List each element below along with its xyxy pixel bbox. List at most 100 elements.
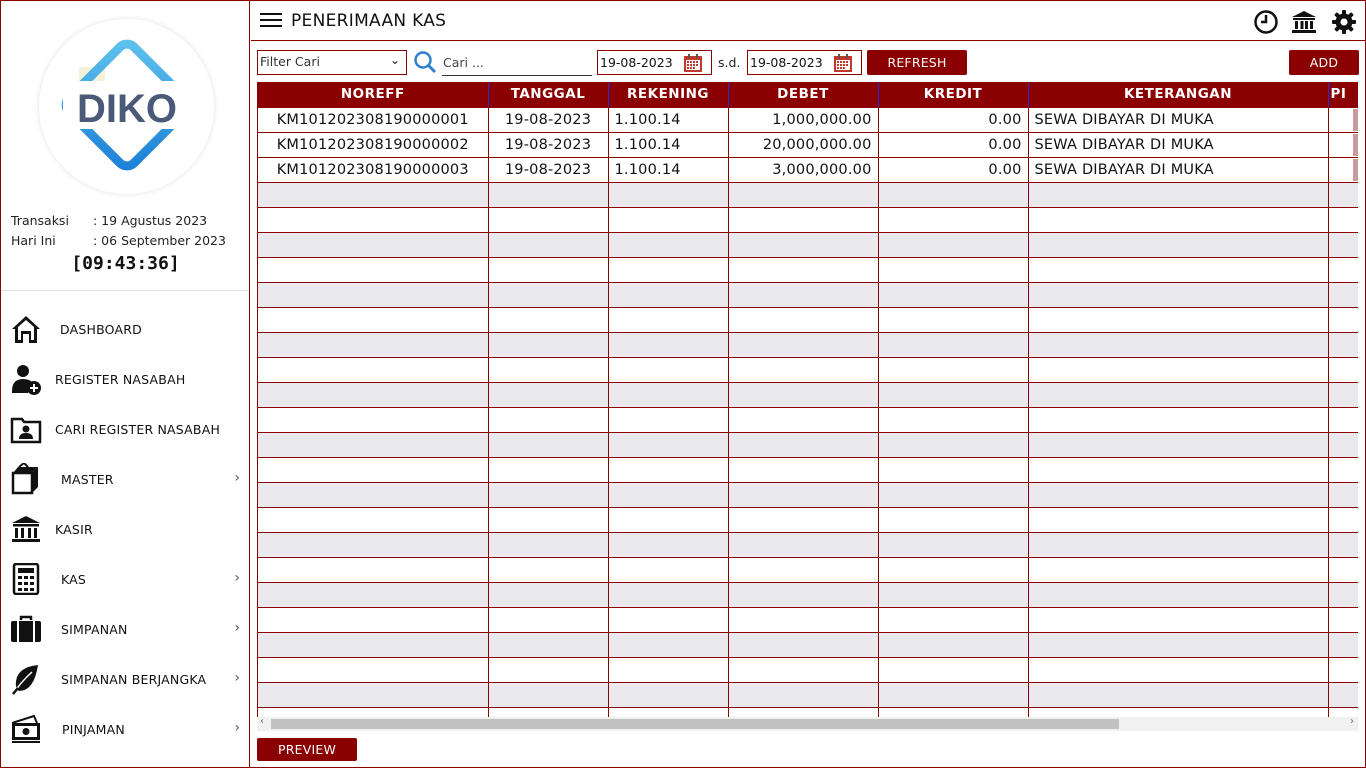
cell-noreff: KM101202308190000001 <box>258 107 489 133</box>
cell-rekening: 1.100.14 <box>608 157 729 183</box>
empty-cell <box>608 407 729 433</box>
calendar-icon[interactable] <box>833 53 853 73</box>
clock-icon[interactable] <box>1253 9 1279 35</box>
empty-cell <box>728 557 879 583</box>
sidebar-item-kas[interactable]: KAS › <box>1 554 249 604</box>
cell-rekening: 1.100.14 <box>608 132 729 158</box>
row-action-button[interactable] <box>1352 158 1358 181</box>
table-row-empty <box>258 382 1358 408</box>
column-header-noreff[interactable]: NOREFF <box>258 82 489 108</box>
table-body: KM101202308190000001 19-08-2023 1.100.14… <box>258 107 1358 718</box>
empty-cell <box>1028 432 1329 458</box>
scroll-right-icon[interactable]: › <box>1350 716 1354 727</box>
date-range-separator: s.d. <box>718 55 741 70</box>
sidebar-item-dashboard[interactable]: DASHBOARD <box>1 304 249 354</box>
empty-cell <box>608 257 729 283</box>
empty-cell <box>258 682 489 708</box>
empty-cell <box>1328 682 1358 708</box>
row-action-button[interactable] <box>1352 108 1358 131</box>
empty-cell <box>878 307 1029 333</box>
sidebar-item-simpanan[interactable]: SIMPANAN › <box>1 604 249 654</box>
empty-cell <box>878 607 1029 633</box>
sidebar-item-pinjaman[interactable]: PINJAMAN › <box>1 704 249 754</box>
empty-cell <box>878 682 1029 708</box>
empty-cell <box>878 482 1029 508</box>
empty-cell <box>728 482 879 508</box>
row-action-button[interactable] <box>1352 133 1358 156</box>
home-icon <box>12 316 40 343</box>
scrollbar-thumb[interactable] <box>271 719 1119 729</box>
empty-cell <box>258 482 489 508</box>
cell-action[interactable] <box>1328 157 1358 183</box>
preview-button[interactable]: PREVIEW <box>257 738 357 761</box>
chevron-right-icon: › <box>234 570 240 586</box>
horizontal-scrollbar[interactable]: ‹ › <box>257 716 1358 731</box>
empty-cell <box>258 232 489 258</box>
empty-cell <box>488 632 609 658</box>
sidebar-item-master[interactable]: MASTER › <box>1 454 249 504</box>
table-row[interactable]: KM101202308190000002 19-08-2023 1.100.14… <box>258 132 1358 158</box>
page-title: PENERIMAAN KAS <box>291 11 447 31</box>
empty-cell <box>878 382 1029 408</box>
chevron-down-icon: ⌄ <box>389 53 400 67</box>
empty-cell <box>1328 357 1358 383</box>
money-icon <box>11 714 40 743</box>
cell-action[interactable] <box>1328 107 1358 133</box>
date-from-field[interactable]: 19-08-2023 <box>597 50 712 75</box>
user-folder-icon <box>10 417 42 444</box>
empty-cell <box>258 307 489 333</box>
empty-cell <box>258 207 489 233</box>
gear-icon[interactable] <box>1331 9 1357 35</box>
empty-cell <box>608 282 729 308</box>
clock: [09:43:36] <box>71 253 180 274</box>
calendar-icon[interactable] <box>683 53 703 73</box>
empty-cell <box>878 282 1029 308</box>
empty-cell <box>1028 257 1329 283</box>
empty-cell <box>258 407 489 433</box>
sidebar-item-label: DASHBOARD <box>60 322 142 337</box>
search-icon[interactable] <box>413 50 437 74</box>
column-header-partial[interactable]: PI <box>1328 82 1358 108</box>
empty-cell <box>878 582 1029 608</box>
sidebar-item-simpanan-berjangka[interactable]: SIMPANAN BERJANGKA › <box>1 654 249 704</box>
empty-cell <box>258 632 489 658</box>
empty-cell <box>878 532 1029 558</box>
chevron-right-icon: › <box>234 720 240 736</box>
date-to-field[interactable]: 19-08-2023 <box>747 50 862 75</box>
filter-select[interactable]: Filter Cari ⌄ <box>257 50 407 75</box>
table-row-empty <box>258 532 1358 558</box>
table-row-empty <box>258 457 1358 483</box>
column-header-keterangan[interactable]: KETERANGAN <box>1028 82 1329 108</box>
empty-cell <box>1028 682 1329 708</box>
sidebar-item-cari-register-nasabah[interactable]: CARI REGISTER NASABAH <box>1 404 249 454</box>
empty-cell <box>728 432 879 458</box>
empty-cell <box>1328 182 1358 208</box>
search-input[interactable] <box>442 50 592 76</box>
sidebar-item-register-nasabah[interactable]: REGISTER NASABAH <box>1 354 249 404</box>
empty-cell <box>1028 507 1329 533</box>
sidebar-item-kasir[interactable]: KASIR <box>1 504 249 554</box>
table-row[interactable]: KM101202308190000001 19-08-2023 1.100.14… <box>258 107 1358 133</box>
empty-cell <box>1328 332 1358 358</box>
table-row[interactable]: KM101202308190000003 19-08-2023 1.100.14… <box>258 157 1358 183</box>
cell-keterangan: SEWA DIBAYAR DI MUKA <box>1028 107 1329 133</box>
refresh-button[interactable]: REFRESH <box>867 50 967 75</box>
column-header-debet[interactable]: DEBET <box>728 82 879 108</box>
empty-cell <box>608 382 729 408</box>
sidebar-item-label: MASTER <box>61 472 114 487</box>
table-row-empty <box>258 232 1358 258</box>
cell-action[interactable] <box>1328 132 1358 158</box>
empty-cell <box>488 357 609 383</box>
add-button[interactable]: ADD <box>1289 50 1359 75</box>
empty-cell <box>728 407 879 433</box>
empty-cell <box>608 482 729 508</box>
scroll-left-icon[interactable]: ‹ <box>260 716 264 727</box>
empty-cell <box>488 532 609 558</box>
column-header-kredit[interactable]: KREDIT <box>878 82 1029 108</box>
column-header-tanggal[interactable]: TANGGAL <box>488 82 609 108</box>
bank-icon[interactable] <box>1291 9 1317 35</box>
column-header-rekening[interactable]: REKENING <box>608 82 729 108</box>
menu-toggle-icon[interactable] <box>260 13 282 29</box>
top-bar: PENERIMAAN KAS <box>251 1 1365 41</box>
empty-cell <box>608 432 729 458</box>
